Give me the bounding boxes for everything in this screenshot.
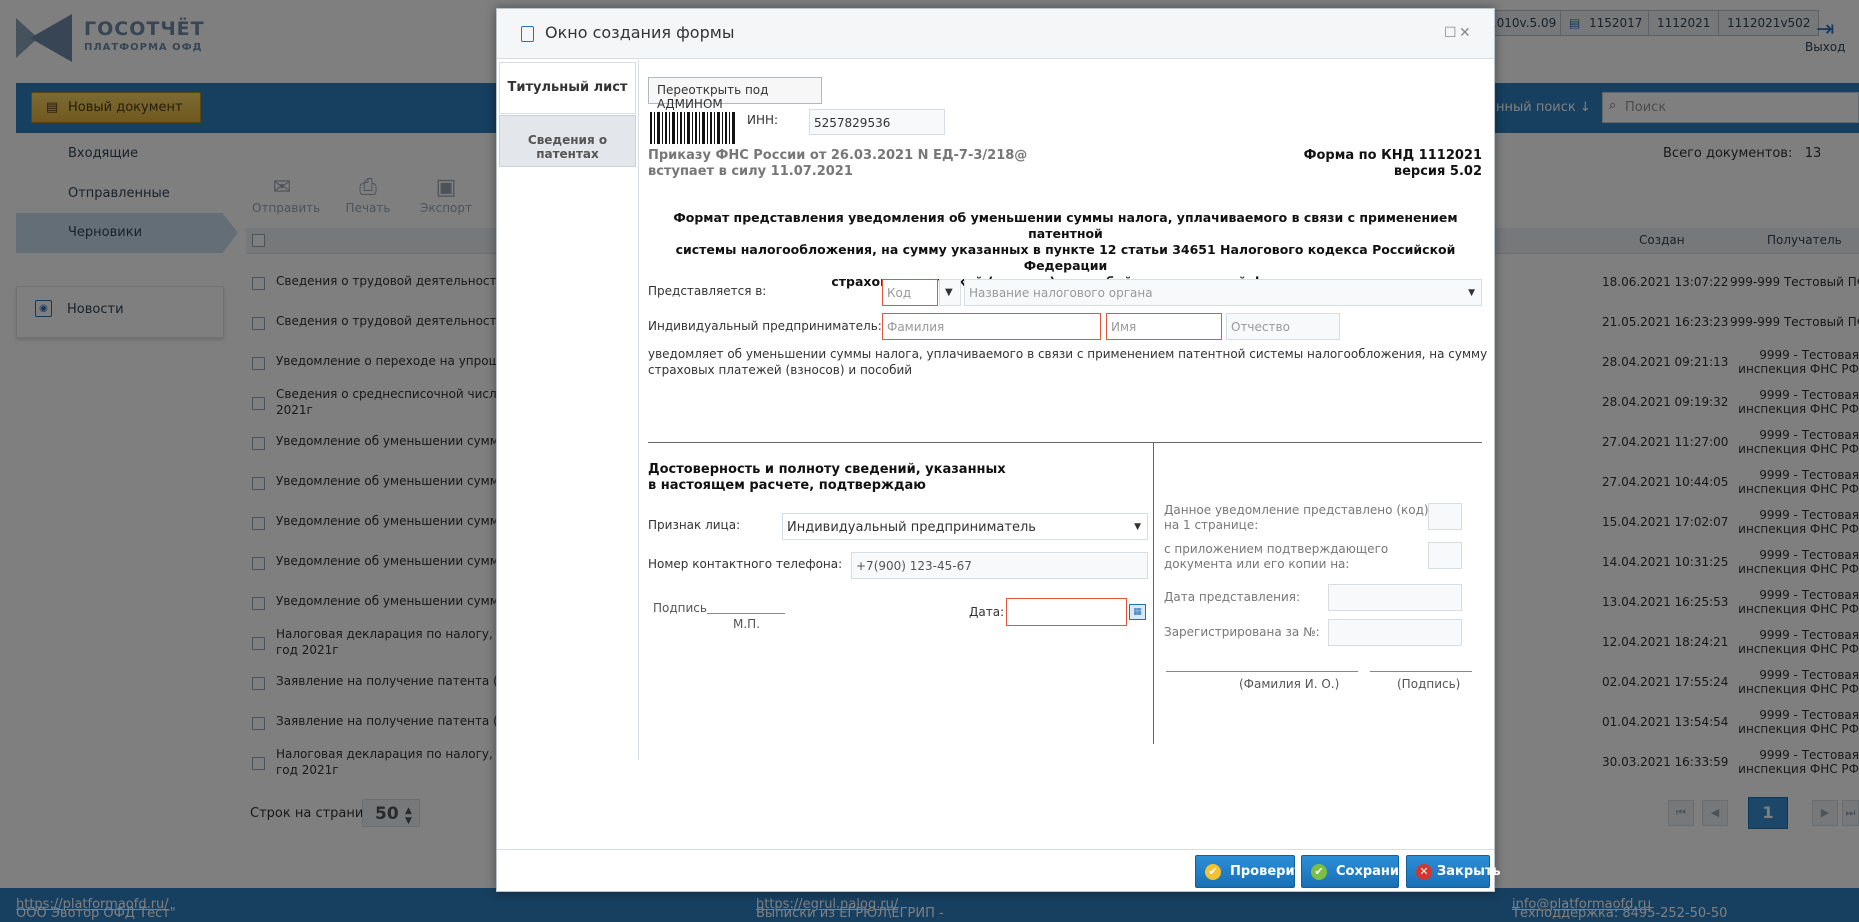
chevron-down-icon[interactable]: ▼ xyxy=(939,279,961,306)
tab-patents[interactable]: Сведения о патентах xyxy=(499,115,636,167)
notify-text: уведомляет об уменьшении суммы налога, у… xyxy=(648,346,1487,378)
signature-label: Подпись xyxy=(653,601,707,615)
maximize-icon[interactable]: ☐ xyxy=(1444,25,1457,41)
form-heading-line: Формат представления уведомления об умен… xyxy=(673,210,1458,241)
sign-line xyxy=(1370,671,1472,672)
r-date-label: Дата представления: xyxy=(1164,590,1301,604)
modal-header: Окно создания формы ☐ ✕ xyxy=(497,9,1494,59)
pages-count-input[interactable] xyxy=(1428,503,1462,530)
divider xyxy=(648,442,1482,443)
phone-label: Номер контактного телефона: xyxy=(648,557,843,571)
document-icon xyxy=(521,26,534,42)
reopen-admin-button[interactable]: Переоткрыть под АДМИНОМ xyxy=(648,77,822,111)
confirm-line: Достоверность и полноту сведений, указан… xyxy=(648,462,1006,477)
confirm-heading: Достоверность и полноту сведений, указан… xyxy=(648,462,1006,494)
sign-type-select[interactable]: Индивидуальный предприниматель ▼ xyxy=(782,513,1148,540)
chevron-down-icon: ▼ xyxy=(1134,522,1141,532)
knd-line-1: Форма по КНД 1112021 xyxy=(1303,148,1482,163)
notify-line: уведомляет об уменьшении суммы налога, у… xyxy=(648,347,1488,361)
r-presented-line: Данное уведомление представлено (код) xyxy=(1164,503,1429,517)
inn-label: ИНН: xyxy=(747,113,779,127)
inn-field[interactable]: 5257829536 xyxy=(809,109,945,135)
date-label: Дата: xyxy=(969,605,1005,619)
presentation-date-input[interactable] xyxy=(1328,584,1462,611)
registration-number-input[interactable] xyxy=(1328,619,1462,646)
fio-line xyxy=(1166,671,1358,672)
presented-label: Представляется в: xyxy=(648,284,767,298)
r-attach-line: документа или его копии на: xyxy=(1164,557,1350,571)
authority-code-input[interactable]: Код xyxy=(882,279,938,306)
form-heading: Формат представления уведомления об умен… xyxy=(639,210,1492,290)
order-line-1: Приказу ФНС России от 26.03.2021 N ЕД-7-… xyxy=(648,148,1028,163)
close-button[interactable]: ✕ Закрыть xyxy=(1406,855,1501,888)
check-label: Проверить xyxy=(1230,864,1311,879)
authority-name-select[interactable]: Название налогового органа ▼ xyxy=(964,279,1482,306)
form-creation-modal: Окно создания формы ☐ ✕ Титульный лист С… xyxy=(496,8,1501,892)
r-attach-label: с приложением подтверждающего документа … xyxy=(1164,542,1388,572)
sign-caption: (Подпись) xyxy=(1397,677,1461,691)
check-icon: ✔ xyxy=(1205,864,1221,880)
close-icon: ✕ xyxy=(1416,864,1432,880)
modal-title: Окно создания формы xyxy=(545,23,735,42)
divider-vertical xyxy=(1153,442,1154,744)
save-label: Сохранить xyxy=(1336,864,1415,879)
notify-line: страховых платежей (взносов) и пособий xyxy=(648,363,913,377)
modal-footer: ✔ Проверить ✔ Сохранить ✕ Закрыть xyxy=(497,849,1501,891)
r-presented-label: Данное уведомление представлено (код) на… xyxy=(1164,503,1429,533)
order-line-2: вступает в силу 11.07.2021 xyxy=(648,164,853,179)
signature-line xyxy=(707,613,785,614)
attach-pages-input[interactable] xyxy=(1428,542,1462,569)
name-input[interactable]: Имя xyxy=(1106,313,1222,340)
calendar-icon[interactable]: ▦ xyxy=(1129,604,1146,620)
check-button[interactable]: ✔ Проверить xyxy=(1195,855,1310,888)
sign-type-value: Индивидуальный предприниматель xyxy=(787,520,1036,535)
r-reg-label: Зарегистрирована за №: xyxy=(1164,625,1320,639)
ip-label: Индивидуальный предприниматель: xyxy=(648,319,882,333)
chevron-down-icon: ▼ xyxy=(1468,288,1475,298)
confirm-line: в настоящем расчете, подтверждаю xyxy=(648,478,926,493)
date-input[interactable] xyxy=(1006,598,1127,626)
close-label: Закрыть xyxy=(1437,864,1501,879)
placeholder: Имя xyxy=(1111,320,1137,334)
placeholder: Название налогового органа xyxy=(969,286,1153,300)
r-attach-line: с приложением подтверждающего xyxy=(1164,542,1389,556)
tab-title-page[interactable]: Титульный лист xyxy=(499,62,636,114)
phone-input[interactable]: +7(900) 123-45-67 xyxy=(851,552,1148,579)
knd-line-2: версия 5.02 xyxy=(1393,164,1482,179)
placeholder: Фамилия xyxy=(887,320,945,334)
placeholder: Отчество xyxy=(1231,320,1290,334)
surname-input[interactable]: Фамилия xyxy=(882,313,1101,340)
barcode-icon xyxy=(650,112,735,144)
check-icon: ✔ xyxy=(1311,864,1327,880)
form-heading-line: системы налогообложения, на сумму указан… xyxy=(675,242,1456,273)
patronymic-input[interactable]: Отчество xyxy=(1226,313,1340,340)
close-icon[interactable]: ✕ xyxy=(1459,25,1471,41)
sign-type-label: Признак лица: xyxy=(648,518,741,532)
r-presented-line: на 1 странице: xyxy=(1164,518,1259,532)
save-button[interactable]: ✔ Сохранить xyxy=(1301,855,1415,888)
mp-label: М.П. xyxy=(733,617,761,631)
form-body: Переоткрыть под АДМИНОМ ИНН: 5257829536 … xyxy=(639,60,1492,760)
placeholder: Код xyxy=(887,286,912,300)
fio-caption: (Фамилия И. О.) xyxy=(1239,677,1340,691)
